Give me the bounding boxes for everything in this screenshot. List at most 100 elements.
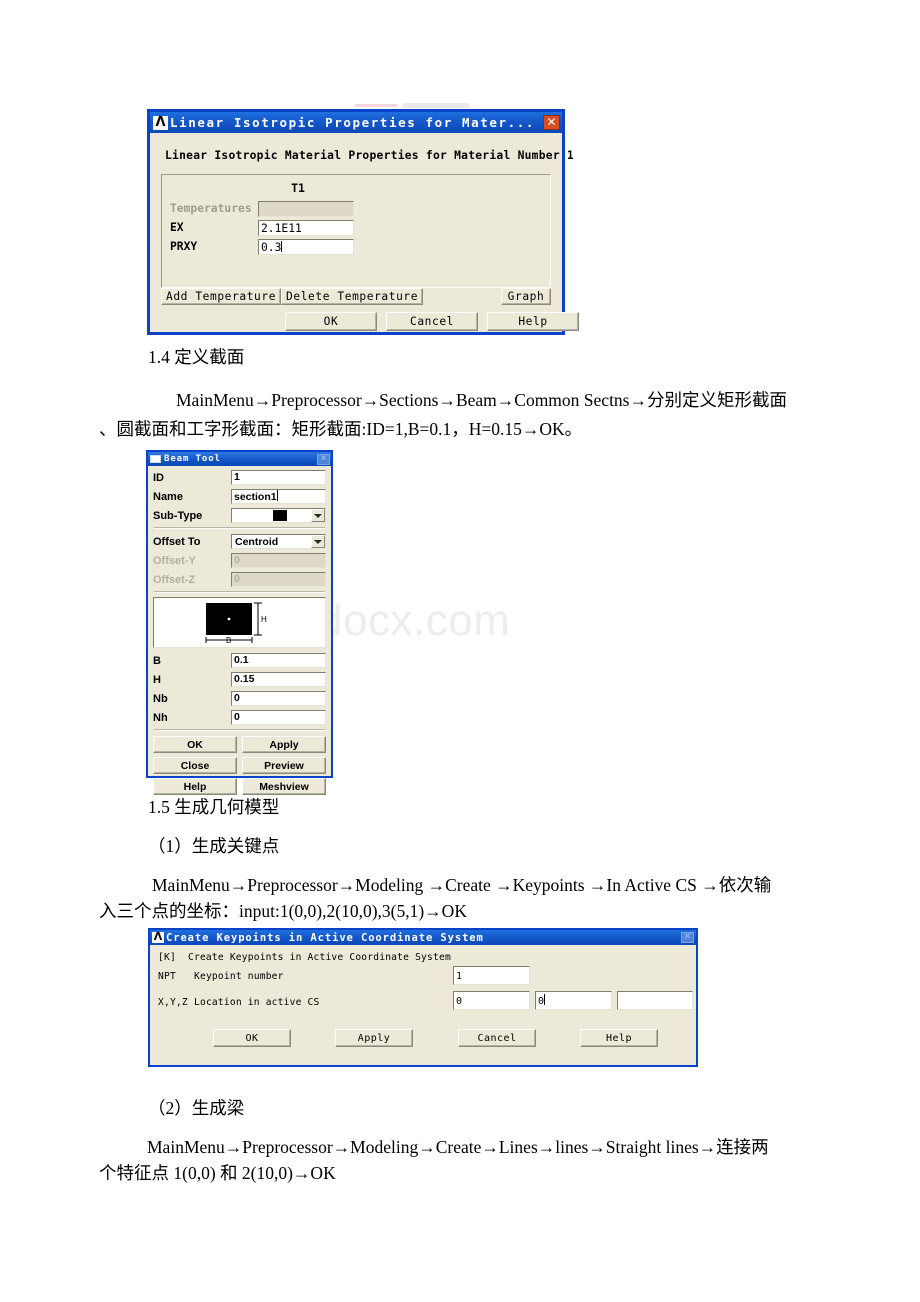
dialog-title: Beam Tool [164, 454, 221, 464]
name-input[interactable]: section1 [231, 489, 326, 504]
apply-button[interactable]: Apply [242, 736, 326, 753]
chevron-down-icon[interactable] [311, 535, 325, 548]
create-keypoints-dialog[interactable]: Λ Create Keypoints in Active Coordinate … [148, 928, 698, 1067]
field-nb: Nb 0 [153, 690, 326, 707]
label-offset-to: Offset To [153, 535, 201, 548]
nh-input[interactable]: 0 [231, 710, 326, 725]
para-1-5-line-2: 入三个点的坐标：input:1(0,0),2(10,0),3(5,1)→OK [99, 901, 467, 921]
close-icon[interactable]: ✕ [543, 115, 560, 130]
xyz-label: Location in active CS [194, 997, 320, 1008]
npt-label: Keypoint number [194, 971, 284, 982]
label-b: B [153, 654, 161, 667]
button-row: OK Apply [153, 736, 326, 753]
delete-temperature-button[interactable]: Delete Temperature [281, 288, 424, 305]
window-icon [150, 455, 161, 463]
beam-tool-button-group: OK Apply Close Preview Help Meshview [153, 736, 326, 795]
text-caret [276, 490, 278, 501]
sub-type-dropdown[interactable] [231, 508, 326, 523]
b-input[interactable]: 0.1 [231, 653, 326, 668]
xyz-tag: X,Y,Z [158, 997, 188, 1008]
text-caret [281, 241, 283, 252]
field-nh: Nh 0 [153, 709, 326, 726]
label-offset-z: Offset-Z [153, 573, 196, 586]
graph-button[interactable]: Graph [501, 288, 551, 305]
apply-button[interactable]: Apply [335, 1029, 413, 1047]
subheading-2: （2）生成梁 [148, 1098, 245, 1118]
dialog-heading: Linear Isotropic Material Properties for… [165, 149, 574, 162]
button-row: Close Preview [153, 757, 326, 774]
divider [154, 591, 325, 593]
nb-input[interactable]: 0 [231, 691, 326, 706]
label-h: H [153, 673, 161, 686]
row-label-temperatures: Temperatures [170, 202, 252, 215]
temperature-button-group: Add Temperature Delete Temperature [161, 288, 424, 305]
label-nh: Nh [153, 711, 168, 724]
temperatures-field [258, 201, 354, 217]
prxy-field[interactable]: 0.3 [258, 239, 354, 255]
close-icon[interactable]: ✕ [681, 932, 694, 943]
page-artifact [355, 97, 475, 108]
ok-button[interactable]: OK [153, 736, 237, 753]
dialog-titlebar[interactable]: Λ Create Keypoints in Active Coordinate … [150, 930, 696, 945]
preview-button[interactable]: Preview [242, 757, 326, 774]
y-coordinate-input[interactable]: 0 [535, 991, 612, 1010]
ok-button[interactable]: OK [213, 1029, 291, 1047]
beam-tool-dialog[interactable]: Beam Tool ✕ ID 1 Name section1 Sub-Type … [146, 450, 333, 795]
offset-to-value: Centroid [235, 535, 279, 548]
dialog-titlebar[interactable]: Λ Linear Isotropic Properties for Mater.… [150, 112, 562, 133]
keypoint-number-input[interactable]: 1 [453, 966, 530, 985]
button-row: Help Meshview [153, 778, 326, 795]
h-input[interactable]: 0.15 [231, 672, 326, 687]
para-1-5-line-1: MainMenu→Preprocessor→Modeling →Create →… [152, 875, 772, 895]
section-preview: H B [153, 597, 326, 648]
column-header-t1: T1 [291, 181, 305, 195]
properties-table: T1 Temperatures EX 2.1E11 PRXY 0.3 [161, 174, 551, 288]
subheading-1: （1）生成关键点 [148, 836, 280, 856]
rectangular-section-preview: H B [205, 602, 267, 645]
ok-button[interactable]: OK [285, 312, 377, 331]
ex-field[interactable]: 2.1E11 [258, 220, 354, 236]
heading-1-4: 1.4 定义截面 [148, 347, 245, 367]
label-offset-y: Offset-Y [153, 554, 196, 567]
svg-text:H: H [261, 615, 267, 624]
chevron-down-icon[interactable] [311, 509, 325, 522]
label-nb: Nb [153, 692, 168, 705]
close-icon[interactable]: ✕ [317, 453, 330, 465]
field-name: Name section1 [153, 488, 326, 505]
field-b: B 0.1 [153, 652, 326, 669]
ansys-logo-icon: Λ [152, 930, 164, 943]
meshview-button[interactable]: Meshview [242, 778, 326, 795]
row-label-ex: EX [170, 221, 184, 234]
rectangle-section-icon [273, 510, 287, 521]
add-temperature-button[interactable]: Add Temperature [161, 288, 282, 305]
x-coordinate-input[interactable]: 0 [453, 991, 530, 1010]
field-sub-type: Sub-Type [153, 507, 326, 524]
help-button[interactable]: Help [580, 1029, 658, 1047]
help-button[interactable]: Help [153, 778, 237, 795]
help-button[interactable]: Help [487, 312, 579, 331]
offset-to-dropdown[interactable]: Centroid [231, 534, 326, 549]
label-id: ID [153, 471, 164, 484]
svg-text:B: B [226, 636, 231, 645]
linear-isotropic-properties-dialog[interactable]: Λ Linear Isotropic Properties for Mater.… [147, 109, 579, 335]
divider [154, 527, 325, 529]
cancel-button[interactable]: Cancel [386, 312, 478, 331]
field-h: H 0.15 [153, 671, 326, 688]
command-tag: [K] [158, 952, 176, 963]
id-input[interactable]: 1 [231, 470, 326, 485]
dialog-titlebar[interactable]: Beam Tool ✕ [148, 452, 331, 466]
z-coordinate-input[interactable] [617, 991, 693, 1010]
label-name: Name [153, 490, 183, 503]
dialog-title: Create Keypoints in Active Coordinate Sy… [166, 931, 484, 944]
offset-y-input: 0 [231, 553, 326, 568]
divider [154, 729, 325, 731]
field-offset-to: Offset To Centroid [153, 533, 326, 550]
label-sub-type: Sub-Type [153, 509, 203, 522]
close-button[interactable]: Close [153, 757, 237, 774]
para-2-line-1: MainMenu→Preprocessor→Modeling→Create→Li… [147, 1137, 769, 1157]
field-offset-z: Offset-Z 0 [153, 571, 326, 588]
para-2-line-2: 个特征点 1(0,0) 和 2(10,0)→OK [99, 1163, 336, 1183]
row-label-prxy: PRXY [170, 240, 198, 253]
dialog-button-group: OK Cancel Help [285, 312, 579, 331]
cancel-button[interactable]: Cancel [458, 1029, 536, 1047]
